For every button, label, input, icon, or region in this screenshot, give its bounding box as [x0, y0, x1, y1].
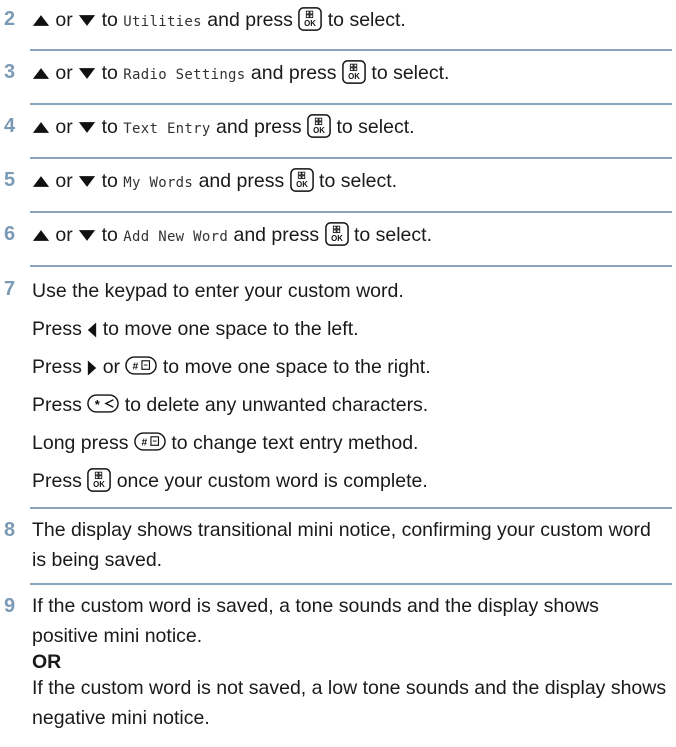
up-arrow-icon — [32, 175, 50, 188]
menu-item-name: My Words — [123, 175, 194, 191]
line-text: Press — [32, 356, 82, 378]
ok-key-icon — [342, 60, 366, 84]
tail-label: to select. — [371, 62, 450, 84]
press-label: and press — [207, 9, 293, 31]
to-label: to — [101, 9, 118, 31]
tail-label: to select. — [327, 9, 406, 31]
down-arrow-icon — [78, 14, 96, 27]
step-number: 8 — [4, 519, 16, 541]
separator — [30, 507, 672, 509]
line-text: Press — [32, 318, 82, 340]
tail-label: to select. — [319, 170, 398, 192]
step-5: 5 or to My Words and press to select. — [0, 163, 676, 207]
step-8: 8 The display shows transitional mini no… — [0, 515, 676, 581]
down-arrow-icon — [78, 67, 96, 80]
up-arrow-icon — [32, 229, 50, 242]
press-label: and press — [250, 62, 337, 84]
line-text: to change text entry method. — [171, 432, 419, 454]
step-9: 9 If the custom word is saved, a tone so… — [0, 591, 676, 747]
step-text: or to Utilities and press to select. — [32, 2, 670, 38]
separator — [30, 103, 672, 105]
step-2: 2 or to Utilities and press to select. — [0, 2, 676, 46]
or-label: or — [55, 62, 73, 84]
outcome-positive: If the custom word is saved, a tone soun… — [32, 595, 599, 647]
line-text: Long press — [32, 432, 129, 454]
step-text: or to Add New Word and press to select. — [32, 217, 670, 253]
menu-item-name: Add New Word — [123, 229, 229, 245]
instruction-line: Use the keypad to enter your custom word… — [32, 272, 670, 310]
star-key-icon — [87, 394, 119, 413]
step-text: or to Text Entry and press to select. — [32, 109, 670, 145]
line-text: once your custom word is complete. — [116, 470, 428, 492]
instruction-line: Press once your custom word is complete. — [32, 462, 670, 500]
step-4: 4 or to Text Entry and press to select. — [0, 109, 676, 153]
tail-label: to select. — [336, 116, 415, 138]
separator — [30, 583, 672, 585]
up-arrow-icon — [32, 67, 50, 80]
step-text: The display shows transitional mini noti… — [32, 519, 651, 571]
up-arrow-icon — [32, 121, 50, 134]
line-text: Press — [32, 394, 82, 416]
separator — [30, 49, 672, 51]
ok-key-icon — [298, 7, 322, 31]
step-text: or to Radio Settings and press to select… — [32, 55, 670, 91]
step-number: 3 — [4, 61, 16, 83]
step-number: 5 — [4, 169, 16, 191]
or-label: or — [55, 116, 73, 138]
instruction-line: Press to move one space to the left. — [32, 310, 670, 348]
line-text: Press — [32, 470, 82, 492]
ok-key-icon — [87, 468, 111, 492]
line-text: to move one space to the right. — [162, 356, 431, 378]
menu-item-name: Radio Settings — [123, 67, 246, 83]
down-arrow-icon — [78, 121, 96, 134]
step-number: 4 — [4, 115, 16, 137]
line-text: to delete any unwanted characters. — [124, 394, 429, 416]
step-text: Use the keypad to enter your custom word… — [32, 272, 670, 500]
right-arrow-icon — [87, 359, 97, 377]
up-arrow-icon — [32, 14, 50, 27]
instruction-line: Press or to move one space to the right. — [32, 348, 670, 386]
tail-label: to select. — [353, 224, 432, 246]
or-label: or — [55, 170, 73, 192]
or-label: or — [102, 356, 121, 378]
press-label: and press — [198, 170, 285, 192]
step-number: 7 — [4, 278, 16, 300]
to-label: to — [101, 170, 118, 192]
hash-key-icon — [134, 432, 166, 451]
step-number: 2 — [4, 8, 16, 30]
down-arrow-icon — [78, 229, 96, 242]
line-text: Use the keypad to enter your custom word… — [32, 280, 404, 302]
or-heading: OR — [32, 651, 62, 673]
to-label: to — [101, 116, 118, 138]
separator — [30, 157, 672, 159]
outcome-negative: If the custom word is not saved, a low t… — [32, 677, 667, 729]
instruction-line: Press to delete any unwanted characters. — [32, 386, 670, 424]
step-7: 7 Use the keypad to enter your custom wo… — [0, 272, 676, 504]
menu-item-name: Text Entry — [123, 121, 211, 137]
to-label: to — [101, 224, 118, 246]
or-label: or — [55, 9, 73, 31]
or-label: or — [55, 224, 73, 246]
instruction-line: Long press to change text entry method. — [32, 424, 670, 462]
line-text: to move one space to the left. — [102, 318, 359, 340]
ok-key-icon — [325, 222, 349, 246]
step-number: 9 — [4, 595, 16, 617]
separator — [30, 265, 672, 267]
press-label: and press — [216, 116, 302, 138]
to-label: to — [101, 62, 118, 84]
step-number: 6 — [4, 223, 16, 245]
step-text: If the custom word is saved, a tone soun… — [32, 591, 670, 733]
left-arrow-icon — [87, 321, 97, 339]
step-text: or to My Words and press to select. — [32, 163, 670, 199]
ok-key-icon — [307, 114, 331, 138]
ok-key-icon — [290, 168, 314, 192]
menu-item-name: Utilities — [123, 14, 202, 30]
hash-key-icon — [125, 356, 157, 375]
separator — [30, 211, 672, 213]
down-arrow-icon — [78, 175, 96, 188]
press-label: and press — [233, 224, 320, 246]
step-6: 6 or to Add New Word and press to select… — [0, 217, 676, 261]
step-3: 3 or to Radio Settings and press to sele… — [0, 55, 676, 99]
